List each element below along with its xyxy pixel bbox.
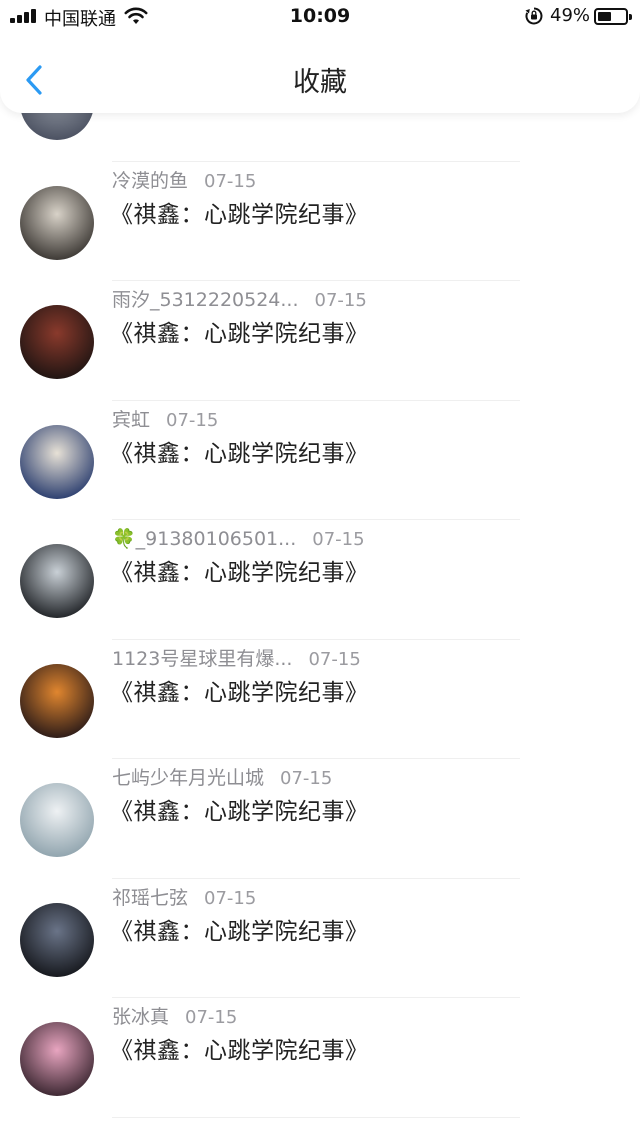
item-meta: 雨汐_5312220524... 07-15 [112, 289, 367, 312]
book-title[interactable]: 《祺鑫：心跳学院纪事》 [110, 439, 369, 469]
user-name: 祁瑶七弦 [112, 886, 189, 909]
list-item[interactable]: 🍀_91380106501... 07-15 《祺鑫：心跳学院纪事》 [0, 520, 640, 640]
list-item[interactable]: 冷漠的鱼 07-15 《祺鑫：心跳学院纪事》 [0, 162, 640, 281]
book-title[interactable]: 《祺鑫：心跳学院纪事》 [110, 200, 369, 230]
item-date: 07-15 [166, 409, 219, 431]
list-item[interactable]: 张冰真 07-15 《祺鑫：心跳学院纪事》 [0, 998, 640, 1118]
book-title[interactable]: 《祺鑫：心跳学院纪事》 [110, 1036, 369, 1066]
item-meta: 七屿少年月光山城 07-15 [112, 767, 332, 790]
favorites-list: 《祺鑫：心跳学院纪事》冷漠的鱼07-15《祺鑫：心跳学院纪事》雨汐_531222… [0, 0, 640, 1138]
avatar [20, 783, 94, 857]
avatar [20, 1022, 94, 1096]
user-name: 宾虹 [112, 408, 151, 431]
list-item[interactable]: 祁瑶七弦 07-15 《祺鑫：心跳学院纪事》 [0, 879, 640, 998]
book-title[interactable]: 《祺鑫：心跳学院纪事》 [110, 678, 369, 708]
status-bar: 中国联通 10:09 49% [0, 0, 640, 34]
book-title[interactable]: 《祺鑫：心跳学院纪事》 [110, 797, 369, 827]
user-name: 冷漠的鱼 [112, 169, 189, 192]
avatar [20, 544, 94, 618]
status-time: 10:09 [289, 5, 351, 27]
avatar [20, 663, 94, 738]
list-item[interactable]: 雨汐_5312220524... 07-15 《祺鑫：心跳学院纪事》 [0, 281, 640, 401]
item-date: 07-15 [204, 170, 257, 192]
avatar [20, 902, 94, 977]
top-bar: 中国联通 10:09 49% 收藏 [0, 0, 640, 113]
item-date: 07-15 [308, 648, 361, 670]
list-item[interactable]: 1123号星球里有爆... 07-15 《祺鑫：心跳学院纪事》 [0, 640, 640, 759]
battery-icon [594, 8, 632, 25]
user-name: 雨汐_5312220524... [112, 289, 299, 311]
divider [112, 1116, 520, 1118]
item-date: 07-15 [314, 290, 367, 311]
item-date: 07-15 [185, 1007, 238, 1028]
battery-percent: 49% [550, 5, 591, 26]
item-meta: 🍀_91380106501... 07-15 [112, 528, 365, 551]
item-date: 07-15 [204, 887, 257, 909]
avatar [20, 185, 94, 260]
item-meta: 张冰真 07-15 [112, 1006, 237, 1029]
user-name: 🍀_91380106501... [112, 528, 297, 550]
item-meta: 宾虹 07-15 [112, 409, 218, 432]
book-title[interactable]: 《祺鑫：心跳学院纪事》 [110, 319, 369, 349]
item-meta: 祁瑶七弦 07-15 [112, 887, 256, 910]
item-date: 07-15 [312, 529, 365, 550]
avatar [20, 305, 94, 379]
avatar [20, 424, 94, 499]
book-title[interactable]: 《祺鑫：心跳学院纪事》 [110, 917, 369, 947]
item-meta: 冷漠的鱼 07-15 [112, 170, 256, 193]
book-title[interactable]: 《祺鑫：心跳学院纪事》 [110, 558, 369, 588]
list-item[interactable]: 宾虹 07-15 《祺鑫：心跳学院纪事》 [0, 401, 640, 520]
list-item[interactable]: 七屿少年月光山城 07-15 《祺鑫：心跳学院纪事》 [0, 759, 640, 879]
item-meta: 1123号星球里有爆... 07-15 [112, 648, 361, 671]
user-name: 1123号星球里有爆... [112, 647, 293, 670]
page-title: 收藏 [293, 67, 347, 98]
user-name: 七屿少年月光山城 [112, 767, 265, 789]
user-name: 张冰真 [112, 1006, 170, 1028]
item-date: 07-15 [280, 768, 333, 789]
rotation-lock-icon [525, 7, 543, 25]
